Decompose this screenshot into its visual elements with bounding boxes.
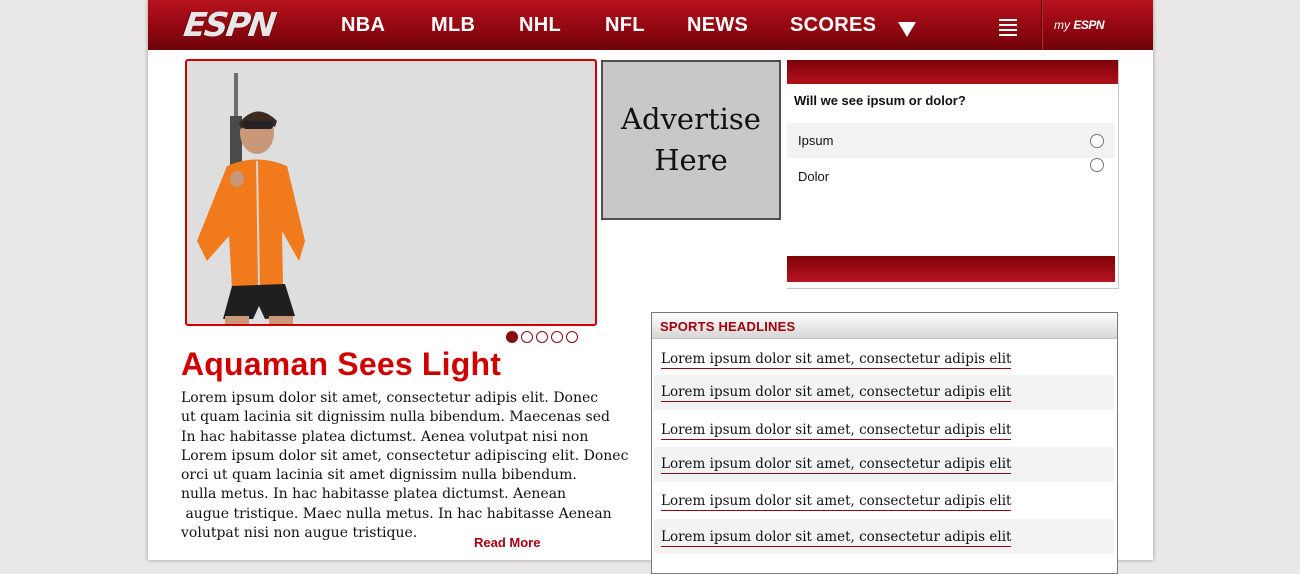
hero-photo-person xyxy=(197,73,305,324)
carousel-dot-2[interactable] xyxy=(521,331,533,343)
poll-widget: Will we see ipsum or dolor? Ipsum Dolor xyxy=(787,60,1119,289)
carousel-dot-3[interactable] xyxy=(536,331,548,343)
carousel-pagination xyxy=(506,331,578,343)
headline-row: Lorem ipsum dolor sit amet, consectetur … xyxy=(654,483,1114,518)
headline-row: Lorem ipsum dolor sit amet, consectetur … xyxy=(654,411,1114,446)
headline-link[interactable]: Lorem ipsum dolor sit amet, consectetur … xyxy=(661,529,1012,547)
my-espn-link[interactable]: my ESPN xyxy=(1054,18,1105,32)
nav-news[interactable]: NEWS xyxy=(687,14,748,37)
person-leg-left xyxy=(225,316,249,324)
headlines-title: SPORTS HEADLINES xyxy=(660,319,796,334)
article-body-line: orci ut quam lacinia sit amet dignissim … xyxy=(181,467,577,484)
poll-header-bar xyxy=(787,60,1118,84)
poll-footer-bar xyxy=(787,256,1115,282)
poll-option-label: Ipsum xyxy=(798,133,834,148)
poll-radio-ipsum[interactable] xyxy=(1090,134,1104,148)
carousel-dot-5[interactable] xyxy=(566,331,578,343)
my-espn-brand: ESPN xyxy=(1073,18,1105,32)
person-hand xyxy=(230,171,244,187)
headline-row: Lorem ipsum dolor sit amet, consectetur … xyxy=(654,519,1114,554)
espn-logo[interactable]: ESPN xyxy=(181,5,298,44)
person-goggles xyxy=(243,121,273,129)
headline-row: Lorem ipsum dolor sit amet, consectetur … xyxy=(654,375,1114,410)
headline-link[interactable]: Lorem ipsum dolor sit amet, consectetur … xyxy=(661,422,1012,440)
sports-headlines-panel: SPORTS HEADLINES Lorem ipsum dolor sit a… xyxy=(651,312,1118,574)
poll-option-ipsum[interactable]: Ipsum xyxy=(787,123,1115,158)
hamburger-menu-icon[interactable] xyxy=(999,19,1017,36)
article-headline[interactable]: Aquaman Sees Light xyxy=(181,346,501,383)
headline-link[interactable]: Lorem ipsum dolor sit amet, consectetur … xyxy=(661,456,1012,474)
article-body: Lorem ipsum dolor sit amet, consectetur … xyxy=(181,389,629,543)
advertisement-box[interactable]: Advertise Here xyxy=(601,60,781,220)
person-shorts xyxy=(223,284,295,319)
nav-nhl[interactable]: NHL xyxy=(519,14,561,37)
article-body-line: Lorem ipsum dolor sit amet, consectetur … xyxy=(181,447,629,464)
article-body-line: ut quam lacinia sit dignissim nulla bibe… xyxy=(181,409,610,426)
nav-scores[interactable]: SCORES xyxy=(790,14,876,37)
headline-row: Lorem ipsum dolor sit amet, consectetur … xyxy=(654,340,1114,375)
my-espn-prefix: my xyxy=(1054,18,1070,32)
dropdown-arrow-icon[interactable] xyxy=(898,22,916,37)
headline-link[interactable]: Lorem ipsum dolor sit amet, consectetur … xyxy=(661,384,1012,402)
poll-question: Will we see ipsum or dolor? xyxy=(794,93,966,108)
headline-row: Lorem ipsum dolor sit amet, consectetur … xyxy=(654,447,1114,482)
person-leg-right xyxy=(269,316,293,324)
article-body-line: Lorem ipsum dolor sit amet, consectetur … xyxy=(181,390,599,406)
article-body-line: In hac habitasse platea dictumst. Aenea … xyxy=(181,428,589,445)
hero-image-carousel[interactable] xyxy=(185,59,597,326)
headline-link[interactable]: Lorem ipsum dolor sit amet, consectetur … xyxy=(661,493,1012,511)
poll-radio-dolor[interactable] xyxy=(1090,158,1104,172)
nav-nba[interactable]: NBA xyxy=(341,14,385,37)
carousel-dot-1[interactable] xyxy=(506,331,518,343)
read-more-link[interactable]: Read More xyxy=(474,535,540,550)
headlines-header: SPORTS HEADLINES xyxy=(652,313,1117,339)
nav-nfl[interactable]: NFL xyxy=(605,14,645,37)
person-jacket xyxy=(197,159,305,289)
page-container: ESPN NBA MLB NHL NFL NEWS SCORES my ESPN xyxy=(148,0,1153,574)
headline-link[interactable]: Lorem ipsum dolor sit amet, consectetur … xyxy=(661,351,1012,369)
ad-line-1: Advertise xyxy=(621,102,761,136)
carousel-dot-4[interactable] xyxy=(551,331,563,343)
poll-option-dolor[interactable]: Dolor xyxy=(787,158,1115,194)
article-body-line: volutpat nisi non augue tristique. xyxy=(181,525,418,542)
article-body-line: nulla metus. In hac habitasse platea dic… xyxy=(181,486,567,503)
nav-divider xyxy=(1041,0,1042,50)
top-nav-bar: ESPN NBA MLB NHL NFL NEWS SCORES my ESPN xyxy=(148,0,1153,50)
article-body-line: augue tristique. Maec nulla metus. In ha… xyxy=(181,505,612,522)
nav-mlb[interactable]: MLB xyxy=(431,14,475,37)
ad-line-2: Here xyxy=(654,143,728,177)
poll-option-label: Dolor xyxy=(798,169,830,184)
